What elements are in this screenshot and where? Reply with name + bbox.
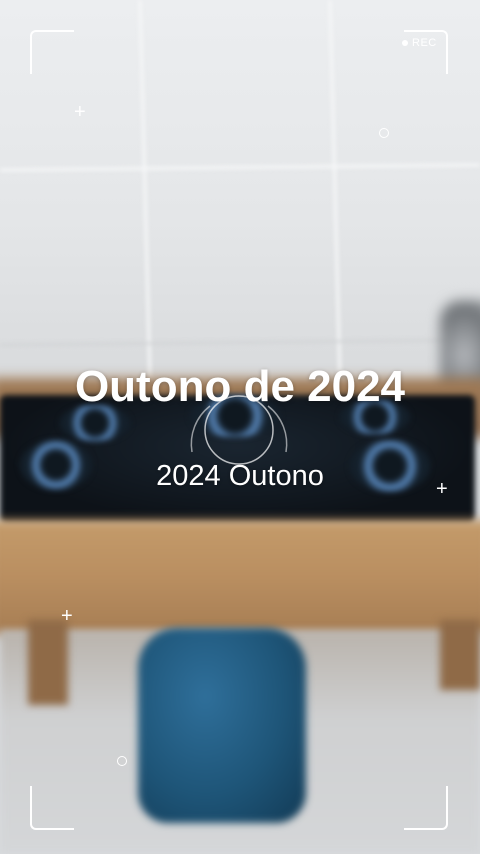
- frame-corner-bottom-left: [30, 786, 74, 830]
- counter-leg-left: [28, 620, 68, 705]
- frame-corner-top-left: [30, 30, 74, 74]
- overlay-subtitle: 2024 Outono: [156, 460, 324, 492]
- rec-indicator: REC: [402, 37, 437, 49]
- ring-icon: [379, 128, 389, 138]
- plus-icon: +: [74, 101, 86, 123]
- gas-cylinder: [138, 628, 306, 823]
- rec-label: REC: [412, 37, 437, 49]
- ring-icon: [117, 756, 127, 766]
- overlay-title: Outono de 2024: [74, 362, 406, 411]
- counter-leg-right: [440, 620, 480, 690]
- frame-corner-bottom-right: [404, 786, 448, 830]
- rec-dot-icon: [402, 40, 408, 46]
- plus-icon: +: [61, 605, 73, 627]
